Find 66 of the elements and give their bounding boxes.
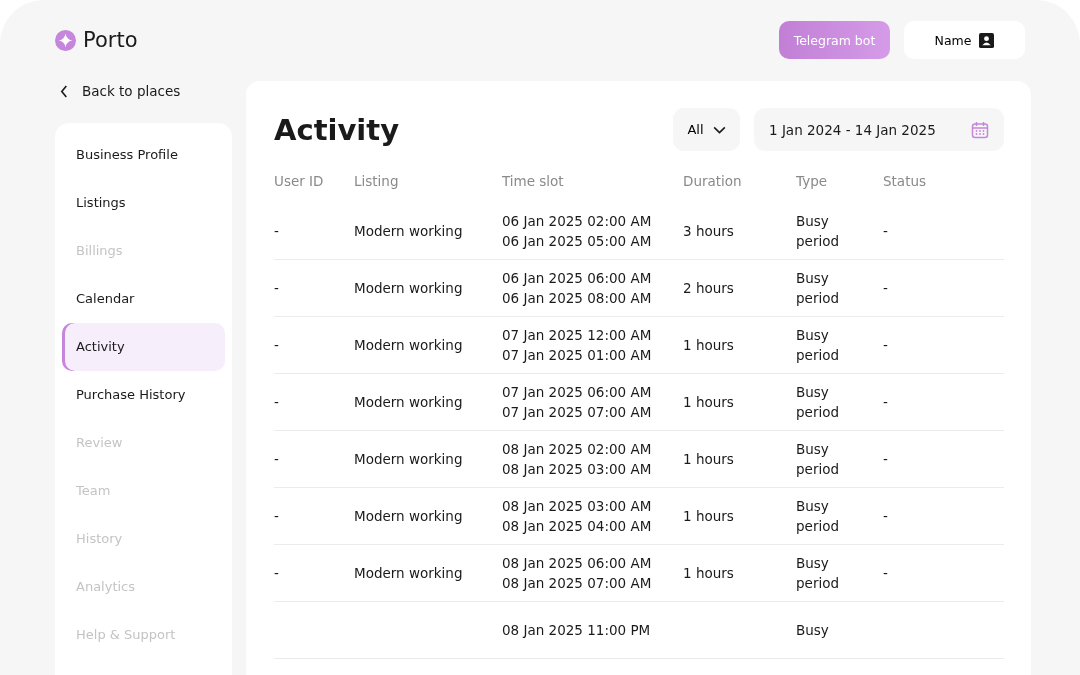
logo-icon bbox=[55, 29, 76, 51]
time-slot-cell-text: 08 Jan 2025 03:00 AM 08 Jan 2025 04:00 AM bbox=[502, 497, 653, 536]
table-cell: Modern working bbox=[354, 394, 463, 410]
time-slot-cell-text: 08 Jan 2025 06:00 AM 08 Jan 2025 07:00 AM bbox=[502, 554, 653, 593]
table-cell: - bbox=[274, 280, 279, 296]
table-cell: Modern working bbox=[354, 565, 463, 581]
sidebar-item[interactable]: Listings bbox=[62, 179, 225, 227]
table-cell: - bbox=[883, 451, 888, 467]
page-title: Activity bbox=[274, 112, 400, 147]
table-cell: - bbox=[274, 451, 279, 467]
column-header: User ID bbox=[274, 173, 324, 189]
table-cell-text: Busy period bbox=[796, 383, 840, 422]
back-link[interactable]: Back to places bbox=[55, 81, 232, 101]
table-cell-text: Busy period bbox=[796, 269, 840, 308]
column-header: Type bbox=[796, 173, 827, 189]
time-slot-cell-text: 07 Jan 2025 06:00 AM 07 Jan 2025 07:00 AM bbox=[502, 383, 653, 422]
sidebar-item[interactable]: Calendar bbox=[62, 275, 225, 323]
table-cell: - bbox=[274, 508, 279, 524]
table-cell: 2 hours bbox=[683, 280, 734, 296]
column-header: Listing bbox=[354, 173, 399, 189]
chevron-down-icon bbox=[712, 125, 726, 134]
chevron-left-icon bbox=[60, 84, 69, 98]
table-cell: Modern working bbox=[354, 451, 463, 467]
table-cell: - bbox=[883, 565, 888, 581]
table-cell: 1 hours bbox=[683, 508, 734, 524]
table-cell: 3 hours bbox=[683, 223, 734, 239]
table-cell-text: Busy period bbox=[796, 497, 840, 536]
table-cell-text: Busy period bbox=[796, 326, 840, 365]
table-cell-text: Busy period bbox=[796, 554, 840, 593]
table-cell: - bbox=[883, 223, 888, 239]
column-header: Duration bbox=[683, 173, 742, 189]
filter-dropdown[interactable]: All bbox=[673, 108, 740, 151]
sidebar-item[interactable]: Business Profile bbox=[62, 131, 225, 179]
table-cell: - bbox=[274, 337, 279, 353]
column-header: Time slot bbox=[502, 173, 564, 189]
table-cell: Modern working bbox=[354, 223, 463, 239]
time-slot-cell-text: 08 Jan 2025 11:00 PM bbox=[502, 621, 652, 640]
table-cell-text: Busy period bbox=[796, 440, 840, 479]
table-cell: Modern working bbox=[354, 280, 463, 296]
date-range-field[interactable]: 1 Jan 2024 - 14 Jan 2025 bbox=[754, 108, 1004, 151]
time-slot-cell-text: 06 Jan 2025 06:00 AM 06 Jan 2025 08:00 AM bbox=[502, 269, 653, 308]
table-cell: 1 hours bbox=[683, 451, 734, 467]
profile-button[interactable]: Name bbox=[904, 21, 1025, 59]
sidebar-item[interactable]: Purchase History bbox=[62, 371, 225, 419]
table-cell: 1 hours bbox=[683, 337, 734, 353]
table-cell: Modern working bbox=[354, 337, 463, 353]
table-cell: 1 hours bbox=[683, 394, 734, 410]
table-cell: - bbox=[883, 280, 888, 296]
table-cell: - bbox=[274, 394, 279, 410]
table-cell: Modern working bbox=[354, 508, 463, 524]
table-cell: - bbox=[274, 223, 279, 239]
calendar-icon bbox=[971, 120, 989, 139]
table-cell: - bbox=[883, 337, 888, 353]
table-cell-text: Busy bbox=[796, 621, 830, 640]
time-slot-cell-text: 08 Jan 2025 02:00 AM 08 Jan 2025 03:00 AM bbox=[502, 440, 653, 479]
column-header: Status bbox=[883, 173, 927, 189]
table-cell-text: Busy period bbox=[796, 212, 840, 251]
time-slot-cell-text: 07 Jan 2025 12:00 AM 07 Jan 2025 01:00 AM bbox=[502, 326, 653, 365]
time-slot-cell-text: 06 Jan 2025 02:00 AM 06 Jan 2025 05:00 AM bbox=[502, 212, 653, 251]
table-cell: 1 hours bbox=[683, 565, 734, 581]
table-cell: - bbox=[883, 508, 888, 524]
brand-name: Porto bbox=[83, 28, 138, 52]
table-cell: - bbox=[274, 565, 279, 581]
sidebar-item[interactable]: Activity bbox=[62, 323, 225, 371]
user-icon bbox=[979, 32, 995, 48]
table-cell: - bbox=[883, 394, 888, 410]
